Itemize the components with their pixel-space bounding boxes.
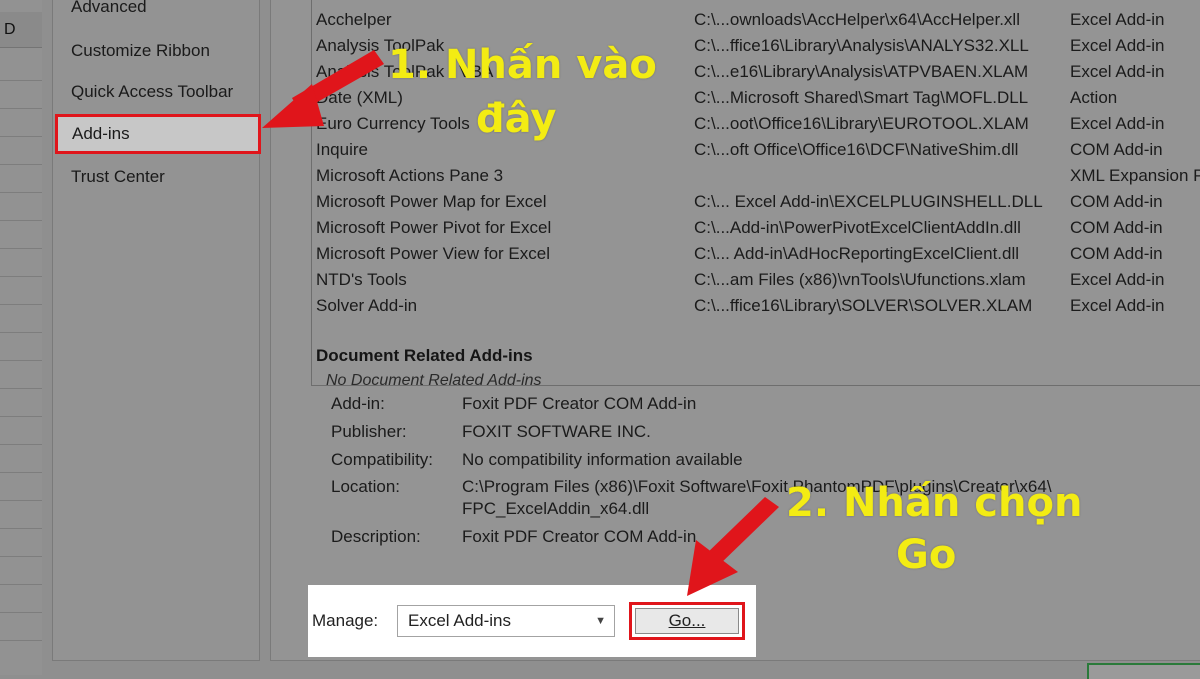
grid-line (0, 304, 42, 305)
grid-line (0, 556, 42, 557)
table-row[interactable]: Solver Add-in C:\...ffice16\Library\SOLV… (312, 293, 1200, 319)
detail-label-description: Description: (331, 527, 421, 546)
document-addins-heading: Document Related Add-ins (316, 346, 533, 365)
excel-options-dialog: Advanced Customize Ribbon Quick Access T… (42, 0, 1200, 679)
ok-button[interactable] (1087, 663, 1200, 679)
table-row[interactable]: Acchelper C:\...ownloads\AccHelper\x64\A… (312, 7, 1200, 33)
detail-value-description: Foxit PDF Creator COM Add-in (462, 527, 697, 546)
nav-item-trust-center[interactable]: Trust Center (61, 162, 251, 192)
grid-line (0, 220, 42, 221)
grid-line (0, 164, 42, 165)
chevron-down-icon: ▼ (595, 615, 606, 627)
nav-item-advanced[interactable]: Advanced (61, 0, 251, 22)
annotation-step2-line2: Go (896, 532, 957, 578)
grid-line (0, 192, 42, 193)
grid-line (0, 528, 42, 529)
table-row[interactable]: Microsoft Power Map for Excel C:\... Exc… (312, 189, 1200, 215)
grid-line (0, 416, 42, 417)
manage-dropdown[interactable]: Excel Add-ins ▼ (397, 605, 615, 637)
grid-line (0, 500, 42, 501)
table-row[interactable]: Inquire C:\...oft Office\Office16\DCF\Na… (312, 137, 1200, 163)
nav-item-customize-ribbon[interactable]: Customize Ribbon (61, 36, 251, 66)
grid-line (0, 136, 42, 137)
manage-bar: Manage: Excel Add-ins ▼ Go... (308, 585, 756, 657)
nav-item-add-ins[interactable]: Add-ins (55, 114, 261, 154)
annotation-step1-line1: 1. Nhấn vào (388, 42, 657, 88)
detail-label-location: Location: (331, 477, 400, 496)
grid-line (0, 612, 42, 613)
grid-line (0, 444, 42, 445)
detail-label-addin: Add-in: (331, 394, 385, 413)
table-row[interactable]: Date (XML) C:\...Microsoft Shared\Smart … (312, 85, 1200, 111)
detail-value-location-cont: FPC_ExcelAddin_x64.dll (462, 499, 650, 518)
grid-line (0, 640, 42, 641)
table-row[interactable]: Microsoft Power Pivot for Excel C:\...Ad… (312, 215, 1200, 241)
annotation-step1-line2: đây (476, 96, 557, 142)
detail-label-compatibility: Compatibility: (331, 450, 434, 469)
table-row[interactable]: Microsoft Power View for Excel C:\... Ad… (312, 241, 1200, 267)
manage-dropdown-value: Excel Add-ins (408, 611, 511, 630)
table-row[interactable]: Microsoft Actions Pane 3 XML Expansion P… (312, 163, 1200, 189)
detail-value-addin: Foxit PDF Creator COM Add-in (462, 394, 697, 413)
no-document-addins-text: No Document Related Add-ins (326, 372, 542, 386)
detail-value-publisher: FOXIT SOFTWARE INC. (462, 422, 651, 441)
worksheet-strip: D (0, 0, 43, 675)
grid-line (0, 108, 42, 109)
grid-line (0, 388, 42, 389)
grid-line (0, 80, 42, 81)
options-nav: Advanced Customize Ribbon Quick Access T… (52, 0, 261, 661)
grid-line (0, 472, 42, 473)
go-button-highlight[interactable]: Go... (629, 602, 745, 640)
detail-value-compatibility: No compatibility information available (462, 450, 743, 469)
column-header[interactable]: D (0, 12, 42, 48)
annotation-step2-line1: 2. Nhấn chọn (786, 480, 1083, 526)
detail-label-publisher: Publisher: (331, 422, 407, 441)
grid-line (0, 332, 42, 333)
grid-line (0, 248, 42, 249)
go-button[interactable]: Go... (635, 608, 739, 634)
add-ins-panel: Acchelper C:\...ownloads\AccHelper\x64\A… (270, 0, 1200, 661)
grid-line (0, 360, 42, 361)
grid-line (0, 584, 42, 585)
table-row[interactable]: Euro Currency Tools C:\...oot\Office16\L… (312, 111, 1200, 137)
manage-label: Manage: (312, 611, 379, 630)
nav-item-quick-access-toolbar[interactable]: Quick Access Toolbar (61, 77, 251, 107)
table-row[interactable]: NTD's Tools C:\...am Files (x86)\vnTools… (312, 267, 1200, 293)
grid-line (0, 276, 42, 277)
